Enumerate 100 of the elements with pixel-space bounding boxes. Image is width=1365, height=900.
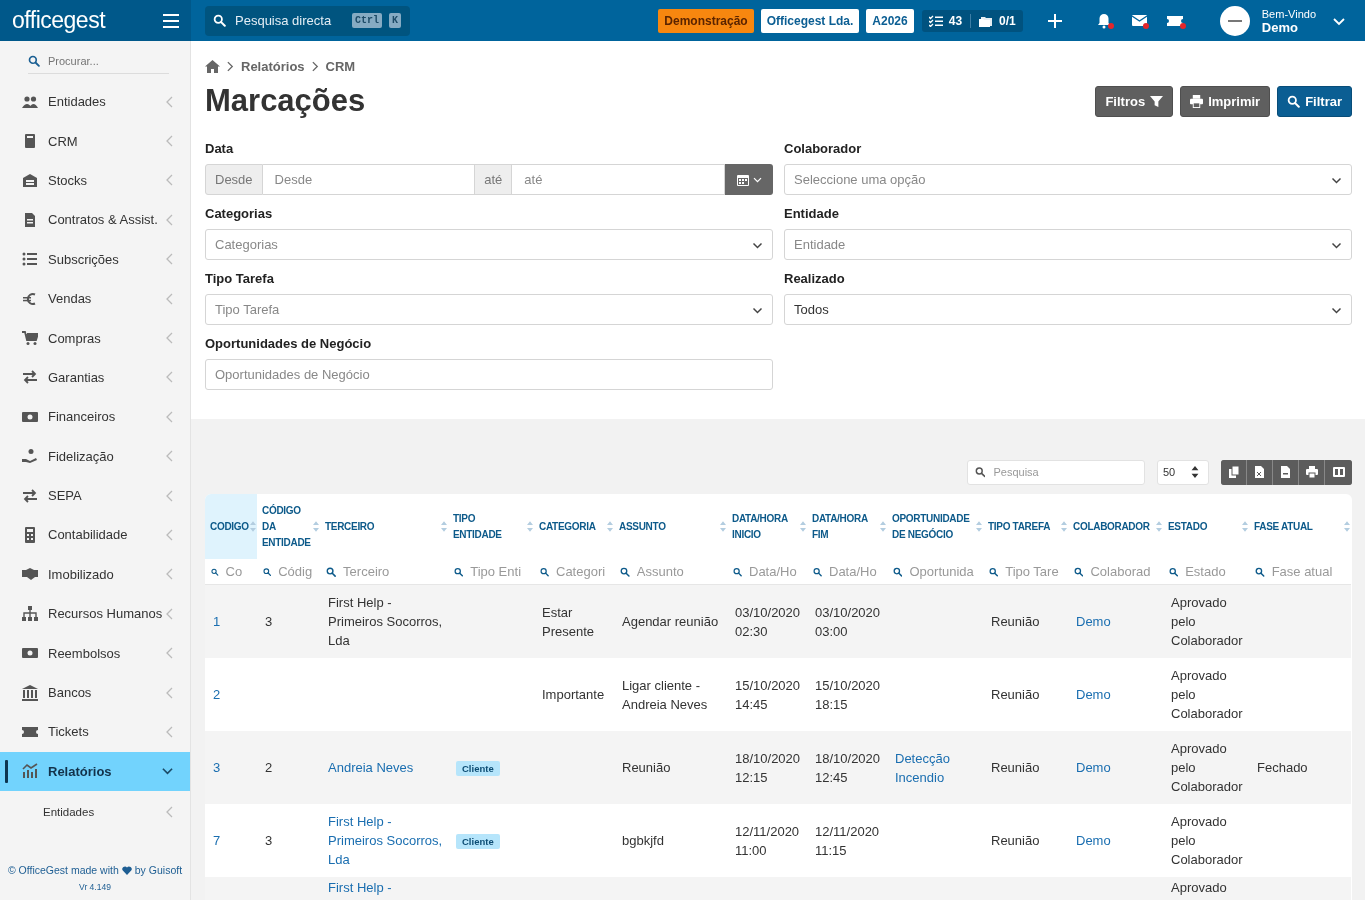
user-name[interactable]: Demo [1261,20,1316,34]
input-field[interactable]: Oportunidades de Negócio [205,359,773,390]
table-link[interactable]: 1 [213,612,221,631]
column-header[interactable]: TIPO ENTIDADE [448,494,534,559]
sidebar-item[interactable]: Relatórios [0,751,190,792]
column-filter-field[interactable]: Tipo Enti [468,563,532,580]
action-button[interactable]: Imprimir [1180,85,1271,117]
column-filter-field[interactable]: Oportunida [907,563,981,580]
table-link[interactable]: Demo [1076,612,1111,631]
table-link[interactable]: First Help - Primeiros Socorros, Lda [328,812,444,869]
select-field[interactable]: Todos [784,294,1352,325]
column-header[interactable]: DATA/HORA INICIO [727,494,807,559]
column-filter-field[interactable]: Assunto [634,563,725,580]
select-field[interactable]: Entidade [784,229,1352,260]
notifications-button[interactable] [1096,12,1115,29]
table-link[interactable]: 3 [213,758,221,777]
date-from-field[interactable]: Desde [262,164,476,195]
table-link[interactable]: Andreia Neves [328,758,414,777]
search-icon [540,565,549,578]
sidebar-item[interactable]: Imobilizado [0,554,190,595]
table-link[interactable]: 2 [213,685,221,704]
column-filter-field[interactable]: Fase atual [1269,563,1349,580]
column-filter-field[interactable]: Tipo Tare [1003,563,1066,580]
sidebar-item[interactable]: Contabilidade [0,515,190,555]
column-filter-field[interactable]: Categori [554,563,612,580]
credit-link[interactable]: by Guisoft [134,864,183,876]
breadcrumb-link[interactable]: Relatórios [241,59,305,74]
sidebar-item[interactable]: SEPA [0,475,190,516]
add-button[interactable] [1047,13,1062,28]
sidebar-item[interactable]: Garantias [0,357,190,398]
sidebar-item[interactable]: Vendas [0,278,190,319]
sidebar-item[interactable]: CRM [0,121,190,161]
sidebar-item[interactable]: Tickets [0,712,190,752]
context-badge[interactable]: Demonstração [658,8,754,33]
input-field[interactable]: Oportunidades de Negócio [213,366,765,383]
chevron-down-icon[interactable] [1333,15,1345,26]
sidebar-item[interactable]: Stocks [0,160,190,201]
search-field[interactable]: Pesquisa directa [233,12,345,29]
sidebar-item[interactable]: Recursos Humanos [0,594,190,634]
breadcrumb-link[interactable]: CRM [325,59,356,74]
sidebar-item[interactable]: Entidades [0,82,190,122]
column-header[interactable]: DATA/HORA FIM [807,494,887,559]
column-header[interactable]: CÓDIGO DA ENTIDADE [257,494,320,559]
search-field[interactable]: Pesquisa directa Ctrl K [205,5,410,36]
print-button[interactable] [1299,459,1324,485]
columns-button[interactable] [1325,459,1352,485]
menu-button[interactable] [163,13,179,28]
action-button[interactable]: Filtros [1095,85,1174,117]
sidebar-item[interactable]: Contratos & Assist. [0,200,190,240]
column-filter-field[interactable]: Data/Ho [747,563,805,580]
column-header[interactable]: TERCEIRO [320,494,448,559]
sidebar-item[interactable]: Fidelização [0,436,190,476]
sort-icon [607,521,613,532]
column-header[interactable]: COLABORADOR [1068,494,1163,559]
column-filter-field[interactable]: Data/Ho [827,563,885,580]
context-badge[interactable]: A2026 [866,8,914,33]
action-button[interactable]: Filtrar [1277,85,1352,117]
table-link[interactable]: Demo [1076,685,1111,704]
column-header[interactable]: CATEGORIA [534,494,614,559]
context-badge[interactable]: Officegest Lda. [760,8,860,33]
column-header[interactable]: CODIGO [205,494,257,559]
sidebar-item[interactable]: Subscrições [0,239,190,279]
sidebar-item[interactable]: Bancos [0,672,190,713]
submenu-item[interactable]: Entidades [0,791,190,834]
home-icon[interactable] [205,60,220,73]
date-to-field[interactable]: até [512,164,725,195]
table-search-field[interactable]: Pesquisa [967,459,1145,485]
date-from-field[interactable]: Desde [272,171,465,188]
column-header[interactable]: OPORTUNIDADE DE NEGÓCIO [887,494,983,559]
copy-button[interactable] [1221,459,1246,485]
column-header[interactable]: TIPO TAREFA [983,494,1068,559]
page-size-select[interactable]: 50 [1157,459,1209,485]
table-link[interactable]: Demo [1076,758,1111,777]
table-link[interactable]: 7 [213,831,221,850]
table-cell: Reunião [983,584,1068,658]
sidebar-item[interactable]: Financeiros [0,397,190,437]
select-field[interactable]: Seleccione uma opção [784,164,1352,195]
column-header[interactable]: ASSUNTO [614,494,727,559]
table-search-field[interactable]: Pesquisa [991,465,1137,479]
column-header[interactable]: FASE ATUAL [1249,494,1351,559]
avatar-icon[interactable] [1219,5,1250,36]
calendar-button[interactable] [725,164,773,195]
column-filter-field[interactable]: Terceiro [341,563,446,580]
field-label: Categorias [205,206,274,221]
date-to-field[interactable]: até [522,171,714,188]
select-field[interactable]: Tipo Tarefa [205,294,773,325]
excel-button[interactable] [1247,459,1272,485]
table-link[interactable]: Demo [1076,831,1111,850]
counter-group[interactable]: 43 0/1 [921,9,1023,32]
column-header[interactable]: ESTADO [1163,494,1249,559]
sidebar-item[interactable]: Compras [0,318,190,358]
select-field[interactable]: Categorias [205,229,773,260]
csv-button[interactable] [1273,459,1298,485]
column-filter-field[interactable]: Estado [1183,563,1247,580]
menu-search-field[interactable]: Procurar... [46,54,160,68]
messages-button[interactable] [1131,12,1150,29]
column-filter-field[interactable]: Co [223,563,255,580]
column-filter-field[interactable]: Colaborad [1088,563,1161,580]
sidebar-item[interactable]: Reembolsos [0,633,190,673]
column-filter-field[interactable]: Códig [276,563,318,580]
